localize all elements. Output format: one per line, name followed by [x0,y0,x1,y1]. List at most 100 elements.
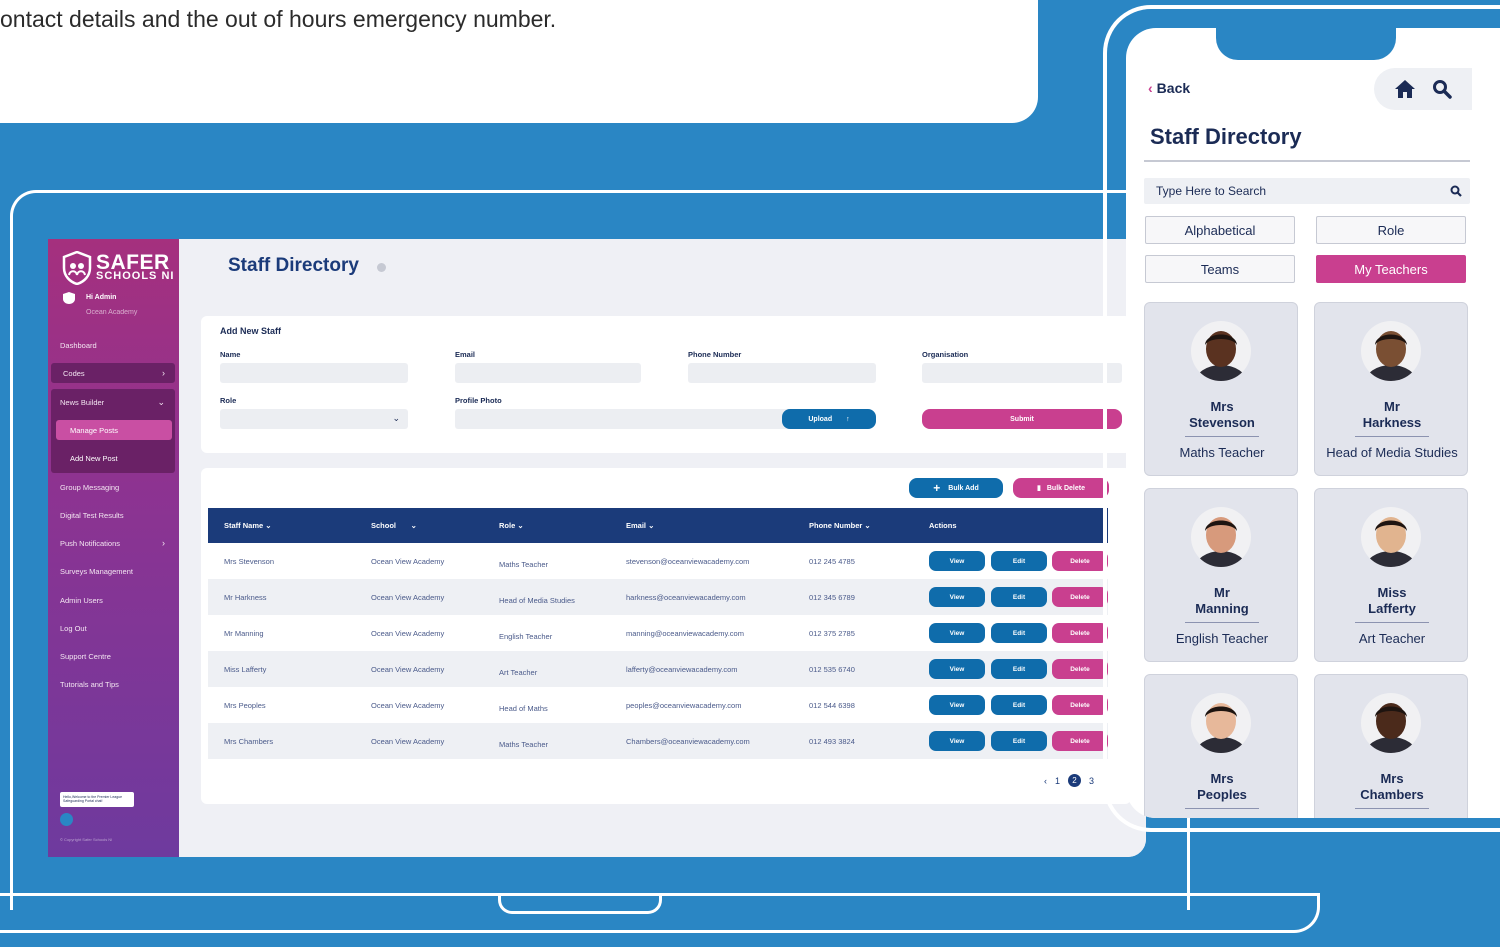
submit-button-label: Submit [1010,415,1034,423]
upload-button[interactable]: Upload ↑ [782,409,876,429]
table-row: Mr Harkness Ocean View Academy Head of Med… [208,579,1108,615]
name-field[interactable] [220,363,408,383]
view-button[interactable]: View [929,731,985,751]
view-button[interactable]: View [929,695,985,715]
filter-alphabetical[interactable]: Alphabetical [1145,216,1295,244]
pagination-page-1[interactable]: 1 [1055,776,1060,786]
sidebar-item-tutorials-and-tips[interactable]: Tutorials and Tips [48,674,175,694]
shield-logo-icon [62,251,92,285]
mobile-search-input[interactable]: Type Here to Search [1144,178,1470,204]
cell-staff-name: Mr Harkness [224,593,267,602]
teacher-name: Peoples [1197,787,1247,802]
edit-button[interactable]: Edit [991,623,1047,643]
search-icon [1450,185,1462,197]
delete-button[interactable]: Delete [1052,623,1108,643]
info-icon[interactable] [377,263,386,272]
sidebar-item-log-out[interactable]: Log Out [48,618,175,638]
cell-school: Ocean View Academy [371,593,445,602]
admin-shield-icon [63,292,75,304]
edit-button[interactable]: Edit [991,695,1047,715]
teacher-card[interactable]: Mrs Peoples [1144,674,1298,818]
col-staff-name[interactable]: Staff Name ⌄ [224,521,272,530]
teacher-name: Chambers [1360,787,1424,802]
sidebar-item-add-new-post[interactable]: Add New Post [56,448,172,468]
teacher-avatar [1191,507,1251,567]
sidebar-item-codes[interactable]: Codes › [51,363,175,383]
cell-phone: 012 375 2785 [809,629,855,638]
trash-icon: ▮ [1037,485,1041,492]
filter-teams[interactable]: Teams [1145,255,1295,283]
form-heading: Add New Staff [220,326,282,336]
sidebar-item-dashboard[interactable]: Dashboard [48,335,175,355]
chat-launcher-icon[interactable] [60,813,73,826]
back-button[interactable]: ‹ Back [1148,80,1190,96]
bulk-delete-button[interactable]: ▮ Bulk Delete [1013,478,1109,498]
teacher-card[interactable]: Mrs Chambers [1314,674,1468,818]
sidebar-item-group-messaging[interactable]: Group Messaging [48,477,175,497]
email-field[interactable] [455,363,641,383]
pagination-page-current[interactable]: 2 [1068,774,1082,787]
edit-button[interactable]: Edit [991,551,1047,571]
add-staff-card: Add New Staff Name Email Phone Number Or… [201,316,1131,453]
pagination: ‹ 1 2 3 [1044,774,1094,787]
bulk-add-label: Bulk Add [948,484,979,492]
cell-staff-name: Mrs Stevenson [224,557,275,566]
filter-my-teachers[interactable]: My Teachers [1316,255,1466,283]
col-actions: Actions [929,521,957,530]
page-title: Staff Directory [228,255,359,276]
sidebar-item-news-builder[interactable]: News Builder ⌄ [48,392,175,412]
sidebar-item-admin-users[interactable]: Admin Users [48,590,175,610]
pagination-prev[interactable]: ‹ [1044,776,1047,786]
pagination-page-3[interactable]: 3 [1089,776,1094,786]
search-icon[interactable] [1432,79,1452,99]
chat-bubble[interactable]: Hello,Welcome to the Premier League Safe… [60,792,134,807]
teacher-card[interactable]: Mr Manning English Teacher [1144,488,1298,662]
submit-button[interactable]: Submit [922,409,1122,429]
edit-button[interactable]: Edit [991,731,1047,751]
bulk-delete-label: Bulk Delete [1046,484,1085,492]
role-select[interactable]: ⌄ [220,409,408,429]
delete-button[interactable]: Delete [1052,695,1108,715]
phone-field[interactable] [688,363,876,383]
teacher-card[interactable]: Miss Lafferty Art Teacher [1314,488,1468,662]
col-phone[interactable]: Phone Number ⌄ [809,521,871,530]
main-content: Staff Directory Add New Staff Name Email… [179,239,1146,857]
sidebar-item-push-notifications[interactable]: Push Notifications › [48,533,175,553]
teacher-card[interactable]: Mrs Stevenson Maths Teacher [1144,302,1298,476]
view-button[interactable]: View [929,623,985,643]
col-role[interactable]: Role ⌄ [499,521,524,530]
sidebar-item-surveys-management[interactable]: Surveys Management [48,561,175,581]
table-row: Mr Manning Ocean View Academy English Teac… [208,615,1108,651]
bulk-add-button[interactable]: + Bulk Add [909,478,1003,498]
table-row: Miss Lafferty Ocean View Academy Art Teach… [208,651,1108,687]
teacher-title: Mrs [1210,399,1234,414]
teacher-role: English Teacher [1175,631,1269,646]
delete-button[interactable]: Delete [1052,587,1108,607]
cell-email: stevenson@oceanviewacademy.com [626,557,750,566]
sidebar-item-label: Digital Test Results [60,510,124,520]
organisation-field[interactable] [922,363,1122,383]
home-icon[interactable] [1394,79,1416,99]
view-button[interactable]: View [929,659,985,679]
table-row: Mrs Peoples Ocean View Academy Head of Mat… [208,687,1108,723]
view-button[interactable]: View [929,587,985,607]
delete-button[interactable]: Delete [1052,731,1108,751]
edit-button[interactable]: Edit [991,659,1047,679]
profile-photo-label: Profile Photo [455,396,502,405]
view-button[interactable]: View [929,551,985,571]
sidebar-item-manage-posts[interactable]: Manage Posts [56,420,172,440]
delete-button[interactable]: Delete [1052,659,1108,679]
profile-photo-field[interactable] [455,409,795,429]
col-email[interactable]: Email ⌄ [626,521,654,530]
sidebar-item-digital-test-results[interactable]: Digital Test Results [48,505,175,525]
filter-role[interactable]: Role [1316,216,1466,244]
cell-school: Ocean View Academy [371,737,445,746]
col-school[interactable]: School ⌄ [371,521,417,530]
teacher-card[interactable]: Mr Harkness Head of Media Studies [1314,302,1468,476]
chevron-down-icon: ⌄ [157,396,165,407]
table-row: Mrs Stevenson Ocean View Academy Maths Tea… [208,543,1108,579]
col-phone-label: Phone Number [809,521,863,530]
delete-button[interactable]: Delete [1052,551,1108,571]
edit-button[interactable]: Edit [991,587,1047,607]
sidebar-item-support-centre[interactable]: Support Centre [48,646,175,666]
